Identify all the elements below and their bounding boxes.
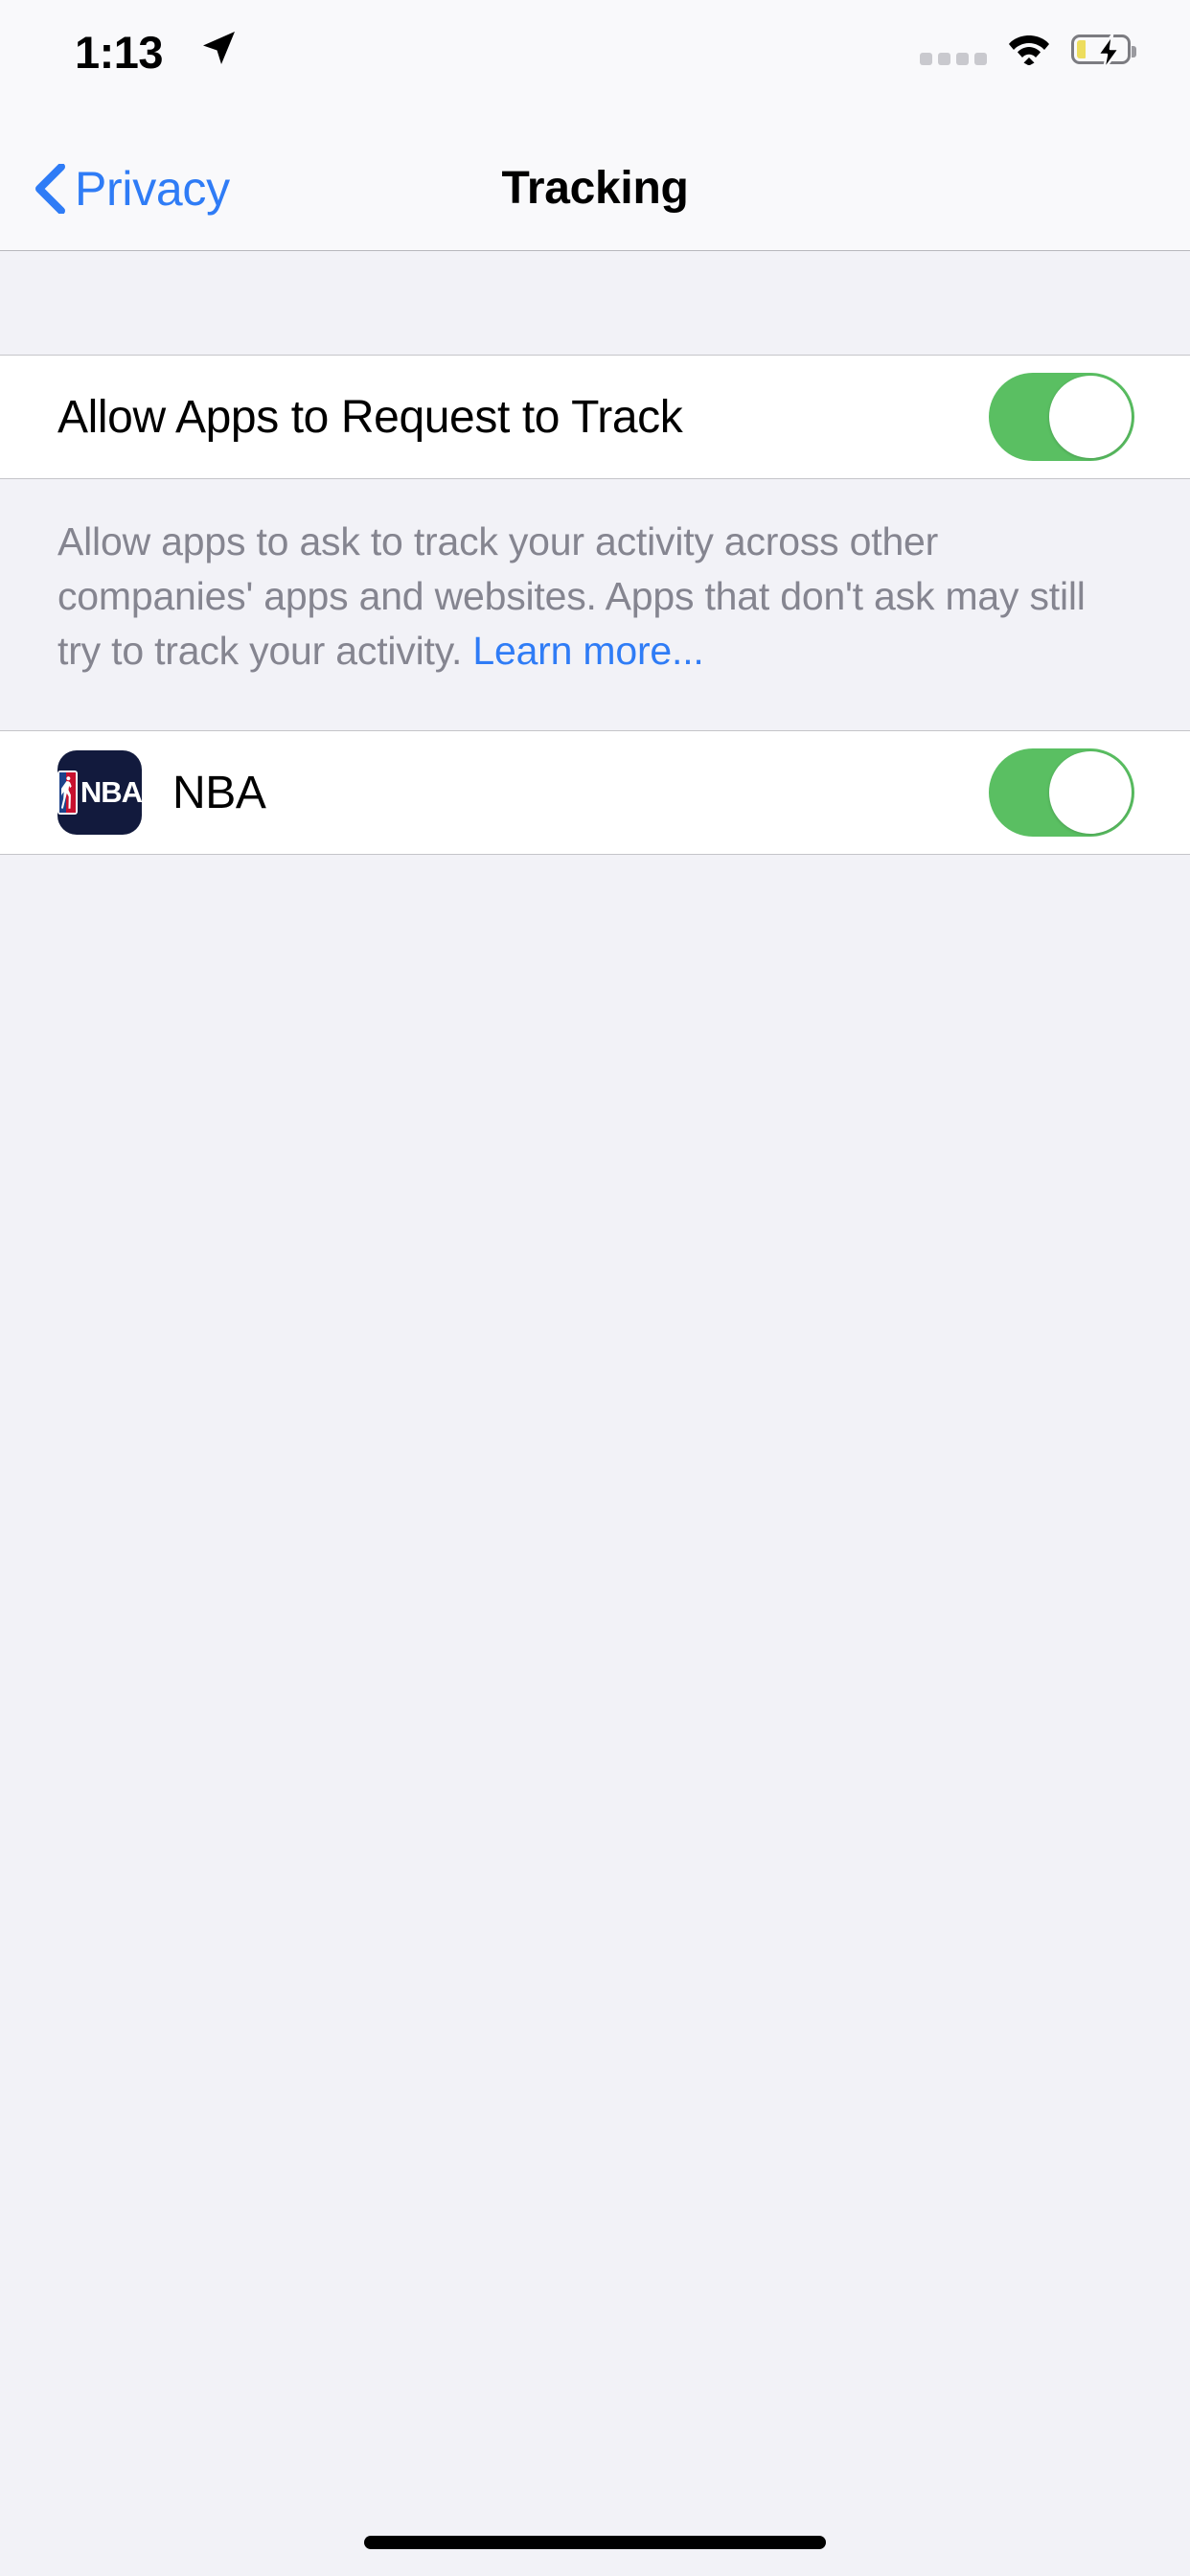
learn-more-link[interactable]: Learn more... xyxy=(472,629,703,673)
list-top-spacer xyxy=(0,252,1190,355)
row-nba[interactable]: NBA NBA xyxy=(0,731,1190,854)
nba-logo-mark xyxy=(57,770,78,815)
row-label: NBA xyxy=(172,767,266,818)
location-arrow-icon xyxy=(203,32,235,64)
navigation-bar: Privacy Tracking xyxy=(0,126,1190,251)
lightning-bolt-icon xyxy=(1096,34,1121,70)
wifi-icon xyxy=(1009,35,1049,65)
nba-logo-silhouette-icon xyxy=(61,776,73,809)
toggle-knob xyxy=(1049,751,1132,834)
cellular-signal-dots-icon xyxy=(920,33,987,65)
settings-list: Allow Apps to Request to Track Allow app… xyxy=(0,252,1190,2576)
battery-charging-icon xyxy=(1071,34,1136,70)
toggle-allow-apps-to-request-to-track[interactable] xyxy=(989,373,1134,461)
battery-fill xyxy=(1077,39,1086,58)
row-label: Allow Apps to Request to Track xyxy=(57,391,683,443)
section-allow-tracking: Allow Apps to Request to Track xyxy=(0,355,1190,479)
toggle-nba[interactable] xyxy=(989,748,1134,837)
page-title: Tracking xyxy=(501,163,689,214)
home-indicator[interactable] xyxy=(364,2536,826,2549)
nba-logo-wordmark: NBA xyxy=(80,775,142,809)
status-bar-time: 1:13 xyxy=(75,27,164,78)
status-bar-indicators xyxy=(920,33,1136,70)
iphone-screen: 1:13 Privacy Tracking Allow Apps to Requ… xyxy=(0,0,1190,2576)
toggle-knob xyxy=(1049,376,1132,458)
nba-app-icon: NBA xyxy=(57,750,142,835)
section-footer-description: Allow apps to ask to track your activity… xyxy=(0,479,1190,678)
row-allow-apps-to-request-to-track[interactable]: Allow Apps to Request to Track xyxy=(0,356,1190,478)
section-apps: NBA NBA xyxy=(0,730,1190,855)
status-bar: 1:13 xyxy=(0,0,1190,126)
